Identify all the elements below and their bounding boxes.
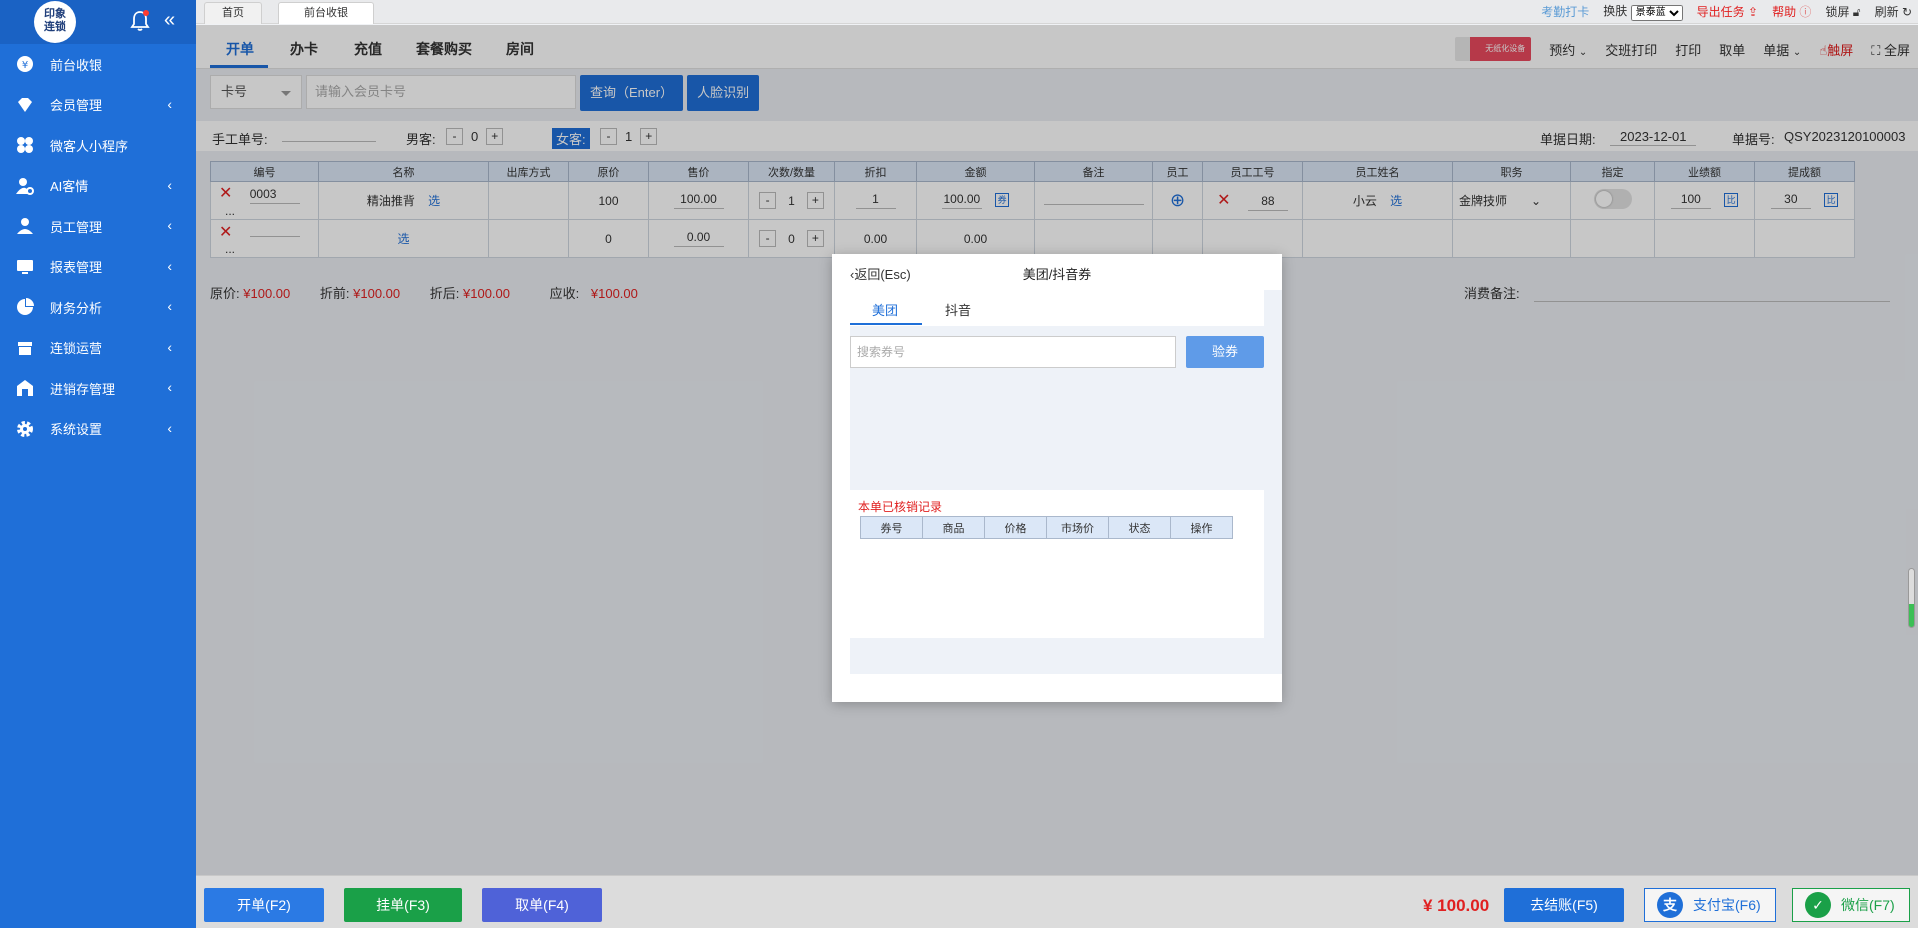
yen-coin-icon: ¥	[16, 55, 34, 73]
fetch-order-button[interactable]: 取单(F4)	[482, 888, 602, 922]
records-column-header: 操作	[1170, 516, 1233, 539]
coupon-search-input[interactable]: 搜索券号	[850, 336, 1176, 368]
scroll-indicator[interactable]	[1908, 568, 1915, 628]
dialog-body: 美团 抖音 搜索券号 验券 本单已核销记录 券号 商品 价格 市场价 状态 操作	[850, 290, 1282, 674]
hold-order-button[interactable]: 挂单(F3)	[344, 888, 462, 922]
lock-label: 锁屏	[1825, 4, 1850, 19]
chevron-left-icon: ‹	[167, 257, 172, 274]
wechat-icon: ✓	[1805, 892, 1831, 918]
gear-icon	[16, 420, 34, 438]
sidebar-item-9[interactable]: 系统设置 ‹	[0, 409, 196, 450]
sidebar-item-1[interactable]: 会员管理 ‹	[0, 85, 196, 126]
skin-switch-label: 换肤	[1603, 4, 1628, 18]
sidebar-item-2[interactable]: 微客人小程序	[0, 125, 196, 166]
chevron-left-icon: ‹	[167, 298, 172, 314]
diamond-icon	[16, 96, 34, 114]
dialog-header: ‹返回(Esc) 美团/抖音券	[832, 254, 1282, 290]
verify-coupon-button[interactable]: 验券	[1186, 336, 1264, 368]
sidebar-item-label: 报表管理	[50, 260, 103, 276]
sidebar-item-label: 财务分析	[50, 300, 103, 316]
tab-douyin[interactable]: 抖音	[945, 300, 971, 319]
records-column-header: 状态	[1108, 516, 1171, 539]
coupon-dialog: ‹返回(Esc) 美团/抖音券 美团 抖音 搜索券号 验券 本单已核销记录 券号…	[832, 254, 1282, 702]
notification-bell-icon[interactable]	[130, 10, 150, 32]
bottom-action-bar: 开单(F2) 挂单(F3) 取单(F4) ¥ 100.00 去结账(F5) 支 …	[196, 875, 1918, 928]
alipay-icon: 支	[1657, 892, 1683, 918]
wechat-label: 微信(F7)	[1841, 897, 1895, 913]
sidebar-item-6[interactable]: 财务分析 ‹	[0, 287, 196, 328]
open-order-button[interactable]: 开单(F2)	[204, 888, 324, 922]
sidebar-item-0[interactable]: ¥ 前台收银	[0, 44, 196, 85]
chevron-left-icon: ‹	[167, 176, 172, 193]
sidebar-item-label: 员工管理	[50, 219, 103, 235]
records-column-header: 券号	[860, 516, 923, 539]
sidebar-header: 印象 连锁 «	[0, 0, 196, 44]
lock-icon: 🔓︎	[1852, 4, 1861, 19]
sidebar: 印象 连锁 « ¥ 前台收银 会员管理 ‹ 微客人小程序 AI客情 ‹ 员工管理 ‹ 报表管理 ‹ 财…	[0, 0, 196, 928]
refresh-label: 刷新	[1874, 4, 1899, 19]
collapse-sidebar-icon[interactable]: «	[164, 9, 175, 32]
sidebar-item-label: 前台收银	[50, 57, 103, 73]
sidebar-item-label: AI客情	[50, 179, 89, 195]
export-task-label: 导出任务	[1696, 4, 1745, 19]
alipay-button[interactable]: 支 支付宝(F6)	[1644, 888, 1776, 922]
help-icon: ⓘ	[1799, 4, 1812, 19]
skin-switch: 换肤 景泰蓝	[1603, 2, 1683, 21]
sidebar-item-7[interactable]: 连锁运营 ‹	[0, 328, 196, 369]
sidebar-item-4[interactable]: 员工管理 ‹	[0, 206, 196, 247]
sidebar-item-label: 进销存管理	[50, 381, 116, 397]
chevron-left-icon: ‹	[167, 338, 172, 355]
sidebar-item-label: 连锁运营	[50, 341, 103, 357]
help-label: 帮助	[1772, 4, 1797, 19]
records-column-header: 市场价	[1046, 516, 1109, 539]
notification-dot	[143, 10, 149, 16]
sidebar-item-8[interactable]: 进销存管理 ‹	[0, 368, 196, 409]
person-icon	[16, 217, 34, 235]
refresh-link[interactable]: 刷新 ↻	[1875, 3, 1912, 20]
page-tab-home[interactable]: 首页	[204, 2, 262, 24]
records-table: 券号 商品 价格 市场价 状态 操作	[860, 516, 1233, 539]
chevron-left-icon: ‹	[167, 379, 172, 395]
chevron-left-icon: ‹	[167, 95, 172, 112]
attendance-link[interactable]: 考勤打卡	[1541, 3, 1589, 20]
sidebar-item-3[interactable]: AI客情 ‹	[0, 166, 196, 207]
sidebar-item-label: 会员管理	[50, 98, 103, 114]
grid-circles-icon	[16, 136, 34, 154]
monitor-icon	[16, 258, 34, 276]
export-task-link[interactable]: 导出任务 ⇪	[1697, 3, 1758, 20]
dialog-title: 美团/抖音券	[1022, 267, 1092, 282]
sidebar-item-label: 系统设置	[50, 422, 103, 438]
user-gear-icon	[16, 177, 34, 195]
refresh-icon: ↻	[1901, 4, 1912, 19]
records-title: 本单已核销记录	[858, 500, 943, 514]
warehouse-icon	[16, 379, 34, 397]
page-tab-cashier[interactable]: 前台收银	[278, 2, 374, 24]
store-icon	[16, 339, 34, 357]
top-right-actions: 考勤打卡 换肤 景泰蓝 导出任务 ⇪ 帮助 ⓘ 锁屏 🔓︎ 刷新 ↻	[1541, 2, 1912, 21]
active-tab-underline	[850, 323, 922, 325]
chevron-left-icon: ‹	[167, 419, 172, 436]
help-link[interactable]: 帮助 ⓘ	[1772, 3, 1811, 20]
platform-tabs: 美团 抖音	[850, 290, 1264, 326]
skin-select[interactable]: 景泰蓝	[1630, 4, 1683, 21]
page-tab-strip: 首页 前台收银 考勤打卡 换肤 景泰蓝 导出任务 ⇪ 帮助 ⓘ 锁屏 🔓︎ 刷新…	[196, 0, 1918, 24]
checkout-button[interactable]: 去结账(F5)	[1504, 888, 1624, 922]
records-column-header: 商品	[922, 516, 985, 539]
svg-text:¥: ¥	[22, 60, 28, 71]
wechat-pay-button[interactable]: ✓ 微信(F7)	[1792, 888, 1910, 922]
sidebar-item-label: 微客人小程序	[50, 138, 129, 154]
tab-meituan[interactable]: 美团	[872, 300, 898, 319]
alipay-label: 支付宝(F6)	[1693, 897, 1761, 913]
chevron-left-icon: ‹	[167, 217, 172, 233]
lock-screen-link[interactable]: 锁屏 🔓︎	[1825, 3, 1860, 20]
export-icon: ⇪	[1748, 4, 1759, 19]
verified-records: 本单已核销记录 券号 商品 价格 市场价 状态 操作	[850, 490, 1264, 638]
brand-logo[interactable]: 印象 连锁	[34, 1, 76, 43]
pie-chart-icon	[16, 298, 34, 316]
total-amount: ¥ 100.00	[1423, 896, 1490, 915]
records-column-header: 价格	[984, 516, 1047, 539]
sidebar-item-5[interactable]: 报表管理 ‹	[0, 247, 196, 288]
